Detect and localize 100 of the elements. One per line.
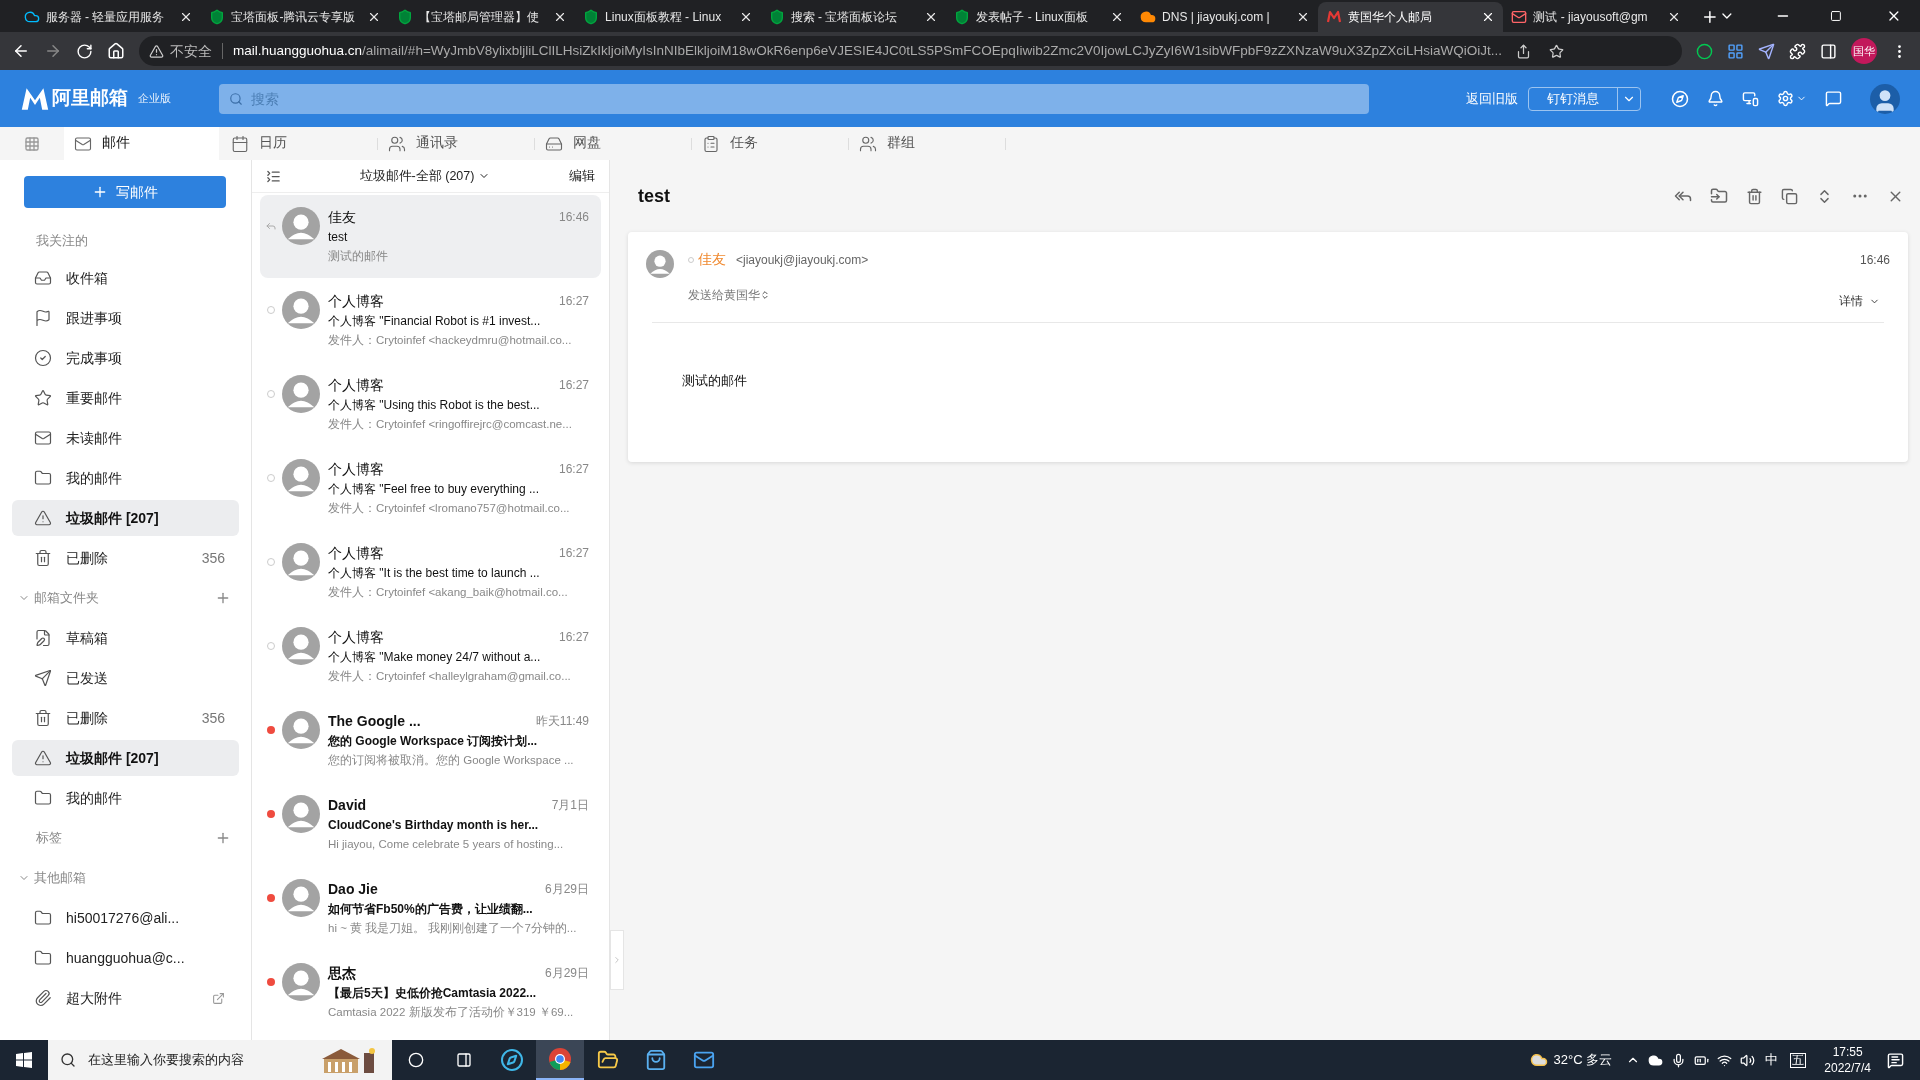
cloud-icon[interactable] [1648, 1052, 1664, 1068]
volume-icon[interactable] [1740, 1052, 1756, 1068]
folder-item[interactable]: hi50017276@ali... [12, 900, 239, 936]
folder-item[interactable]: 垃圾邮件 [207] [12, 740, 239, 776]
message-item[interactable]: 思杰 6月29日 【最后5天】史低价抢Camtasia 2022... Camtasia 2022 新版发布了活动价￥319 ￥69... [260, 951, 601, 1034]
move-icon[interactable] [1710, 187, 1728, 205]
avatar-icon [646, 250, 674, 278]
back-icon[interactable] [12, 42, 30, 60]
message-item[interactable]: David 7月1日 CloudCone's Birthday month is her... Hi jiayou, Come celebrate 5 years of hosting... [260, 783, 601, 866]
folder-item[interactable]: 已发送 [12, 660, 239, 696]
side-panel-icon[interactable] [1820, 42, 1837, 60]
forward-icon[interactable] [44, 42, 62, 60]
folder-item[interactable]: 已删除 356 [12, 700, 239, 736]
address-field[interactable]: 不安全 mail.huangguohua.cn/alimail/#h=WyJmbV8ylixbljliLClILHsiZkIkljoiMyIsInNIbElkljoiM18wOkR6enp6eVJESIE4JC0tLS5PSmFCOEpqIiwib2Zmc2V0IjowLCJyZyI6W1sibWFpbF9zZXNzaW9uX3ZpZXciLHsiaWQiOiJt... [139, 36, 1682, 66]
network-icon[interactable] [1717, 1052, 1733, 1068]
collapse-list-icon[interactable] [266, 168, 281, 184]
taskbar-search-field[interactable]: 在这里输入你要搜索的内容 [48, 1040, 392, 1080]
browser-tab[interactable]: 【宝塔邮局管理器】使 [389, 2, 576, 32]
dingtalk-button[interactable]: 钉钉消息 [1528, 86, 1641, 111]
task-view-icon[interactable] [456, 1052, 472, 1068]
new-tab-icon[interactable] [1701, 8, 1719, 26]
sender-name: David [328, 795, 367, 815]
browser-tab[interactable]: 测试 - jiayousoft@gm [1503, 2, 1690, 32]
store-icon[interactable] [645, 1049, 667, 1071]
profile-button[interactable]: 国华 [1851, 38, 1877, 64]
compass-icon[interactable] [1671, 89, 1689, 108]
file-explorer-icon[interactable] [597, 1049, 619, 1071]
old-version-link[interactable]: 返回旧版 [1466, 88, 1518, 109]
recipients-toggle[interactable]: 发送给黄国华 [688, 286, 770, 305]
reload-icon[interactable] [76, 42, 93, 60]
nav-tab[interactable]: 日历 [221, 127, 287, 160]
folder-label: 已删除 [66, 708, 108, 728]
message-item[interactable]: 个人博客 16:27 个人博客 "Financial Robot is #1 invest... 发件人：Crytoinfef <hackeydmru@hotmail.co... [260, 279, 601, 362]
browser-tab[interactable]: 黄国华个人邮局 [1317, 2, 1504, 32]
message-subject: 个人博客 "Financial Robot is #1 invest... [328, 313, 542, 330]
sender-name: 思杰 [328, 963, 356, 983]
user-avatar-icon[interactable] [1870, 83, 1900, 114]
input-mode[interactable]: 五 [1790, 1052, 1807, 1068]
nav-tab[interactable]: 任务 [692, 127, 758, 160]
input-language[interactable]: 中 [1765, 1050, 1779, 1070]
nav-tab[interactable]: 通讯录 [378, 127, 458, 160]
avatar-icon [282, 543, 320, 581]
folder-item[interactable]: 超大附件 [12, 980, 239, 1016]
restore-icon[interactable] [1830, 10, 1843, 22]
windows-start-icon[interactable] [16, 1052, 32, 1068]
message-item[interactable]: Dao Jie 6月29日 如何节省Fb50%的广告费，让业绩翻... hi ~ 黄 我是刀姐。 我刚刚创建了一个7分钟的... [260, 867, 601, 950]
home-icon[interactable] [107, 42, 125, 60]
message-item[interactable]: 佳友 16:46 test 测试的邮件 [260, 195, 601, 278]
bell-icon[interactable] [1707, 90, 1724, 107]
browser-tab[interactable]: 发表帖子 - Linux面板 [946, 2, 1133, 32]
avatar-icon [282, 711, 320, 749]
settings-icon[interactable] [1777, 90, 1794, 107]
notifications-icon[interactable] [1887, 1051, 1904, 1069]
mail-app-icon[interactable] [693, 1049, 715, 1071]
trash-icon[interactable] [1746, 187, 1763, 205]
folder-item[interactable]: huangguohua@c... [12, 940, 239, 976]
folder-item[interactable]: 我的邮件 [12, 460, 239, 496]
extension-icon[interactable] [1758, 42, 1775, 60]
message-item[interactable]: 个人博客 16:27 个人博客 "Make money 24/7 without a... 发件人：Crytoinfef <halleylgraham@gmail.co... [260, 615, 601, 698]
compose-button[interactable]: 写邮件 [24, 176, 226, 208]
browser-tab[interactable]: 搜索 - 宝塔面板论坛 [760, 2, 947, 32]
folder-item[interactable]: 重要邮件 [12, 380, 239, 416]
folder-item[interactable]: 已删除 356 [12, 540, 239, 576]
folder-item[interactable]: 完成事项 [12, 340, 239, 376]
details-toggle[interactable]: 详情 [1839, 292, 1880, 311]
message-item[interactable]: 个人博客 16:27 个人博客 "It is the best time to launch ... 发件人：Crytoinfef <akang_baik@hotmail.co... [260, 531, 601, 614]
edit-link[interactable]: 编辑 [569, 166, 595, 186]
folder-item[interactable]: 收件箱 [12, 260, 239, 296]
browser-tab[interactable]: 宝塔面板-腾讯云专享版 [201, 2, 390, 32]
bookmark-star-icon[interactable] [1548, 43, 1564, 59]
nav-tab[interactable]: 网盘 [535, 127, 601, 160]
nav-tab[interactable]: 群组 [849, 127, 915, 160]
folder-item[interactable]: 我的邮件 [12, 780, 239, 816]
folder-item[interactable]: 草稿箱 [12, 620, 239, 656]
folder-item[interactable]: 垃圾邮件 [207] [12, 500, 239, 536]
share-icon[interactable] [1515, 43, 1531, 59]
microphone-icon[interactable] [1671, 1052, 1687, 1068]
extensions-icon[interactable] [1789, 42, 1806, 60]
browser-tab[interactable]: 服务器 - 轻量应用服务 [15, 2, 202, 32]
message-item[interactable]: The Google ... 昨天11:49 您的 Google Workspace 订阅按计划... 您的订阅将被取消。您的 Google Workspace ... [260, 699, 601, 782]
nav-tab[interactable]: 邮件 [64, 127, 219, 160]
folder-filter-dropdown[interactable]: 垃圾邮件-全部 (207) [359, 166, 491, 186]
folder-item[interactable]: 未读邮件 [12, 420, 239, 456]
message-item[interactable]: 个人博客 16:27 个人博客 "Using this Robot is the best... 发件人：Crytoinfef <ringoffirejrc@comcast.ne... [260, 363, 601, 446]
new-window-icon[interactable] [1781, 187, 1798, 205]
browser-tab[interactable]: Linux面板教程 - Linux [575, 2, 761, 32]
devices-icon[interactable] [1742, 90, 1759, 107]
chrome-taskbar-icon[interactable] [536, 1040, 584, 1080]
folder-label: 收件箱 [66, 268, 108, 288]
expand-handle[interactable] [610, 930, 624, 990]
avatar-icon [282, 207, 320, 245]
feedback-icon[interactable] [1825, 90, 1842, 107]
browser-tab[interactable]: DNS | jiayoukj.com | [1132, 2, 1318, 32]
cortana-icon[interactable] [408, 1052, 424, 1068]
extension-icon[interactable] [1696, 42, 1713, 60]
message-subject: 【最后5天】史低价抢Camtasia 2022... [328, 985, 538, 1002]
external-link-icon[interactable] [212, 991, 225, 1005]
message-item[interactable]: 个人博客 16:27 个人博客 "Feel free to buy everything ... 发件人：Crytoinfef <lromano757@hotmail.co... [260, 447, 601, 530]
folder-item[interactable]: 跟进事项 [12, 300, 239, 336]
clock-time: 17:55 [1832, 1044, 1863, 1060]
